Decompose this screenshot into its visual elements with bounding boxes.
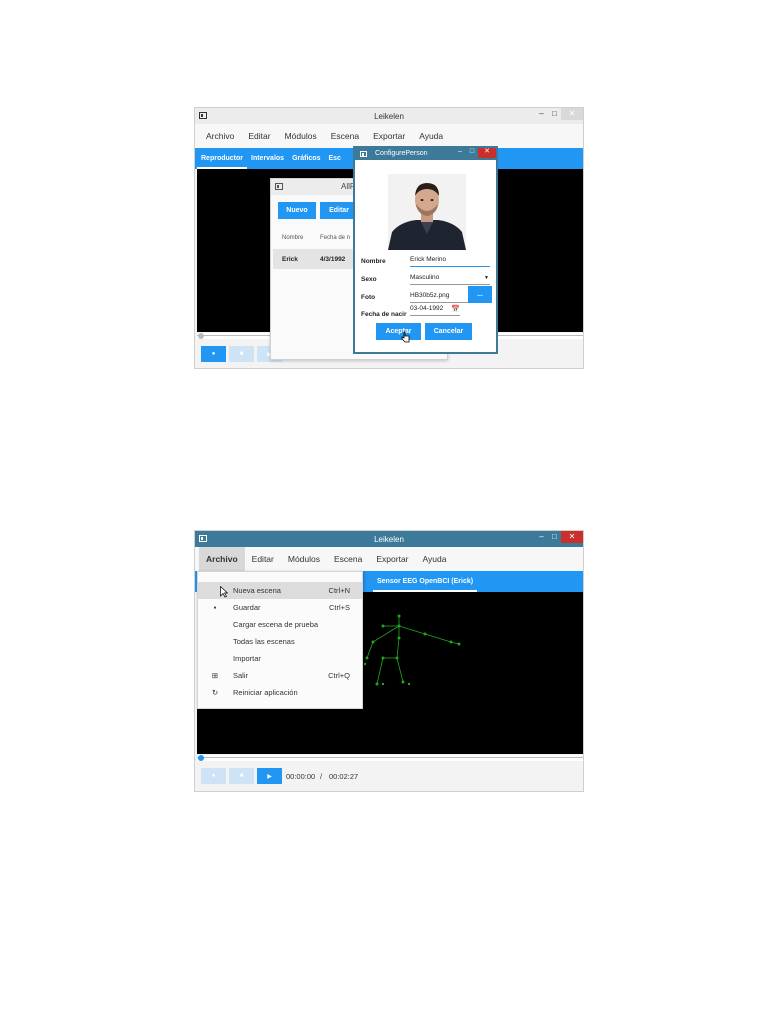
menu-modulos[interactable]: Módulos — [278, 124, 324, 148]
menu-item-label: Reiniciar aplicación — [233, 688, 298, 697]
menu-escena[interactable]: Escena — [324, 124, 366, 148]
column-header-birthdate[interactable]: Fecha de n — [320, 235, 350, 241]
refresh-icon: ↻ — [211, 688, 219, 697]
window-title: Leikelen — [374, 111, 404, 121]
sex-select[interactable]: Masculino ▼ — [410, 274, 490, 285]
minimize-icon[interactable]: – — [535, 531, 548, 543]
accept-button[interactable]: Aceptar — [376, 323, 421, 340]
calendar-icon[interactable]: 📅 — [451, 305, 460, 313]
menu-item-guardar[interactable]: ▪ Guardar Ctrl+S — [198, 599, 362, 616]
app-window-archivo-menu: Leikelen – □ ✕ Archivo Editar Módulos Es… — [194, 530, 584, 792]
menu-bar: Archivo Editar Módulos Escena Exportar A… — [195, 124, 583, 148]
app-icon — [199, 112, 207, 119]
browse-photo-button[interactable]: ... — [468, 286, 492, 303]
sex-select-value: Masculino — [410, 274, 440, 281]
time-current: 00:00:00 — [286, 772, 316, 781]
time-separator: / — [320, 772, 323, 781]
photo-label: Foto — [361, 294, 376, 301]
menu-escena[interactable]: Escena — [327, 547, 369, 571]
menu-item-importar[interactable]: Importar — [198, 650, 362, 667]
menu-item-shortcut: Ctrl+S — [328, 603, 350, 612]
close-icon[interactable]: ✕ — [561, 108, 583, 120]
seek-knob[interactable] — [198, 333, 204, 339]
tab-reproductor[interactable]: Reproductor — [197, 148, 247, 169]
play-button[interactable]: ▶ — [257, 768, 282, 784]
record-button[interactable]: ● — [201, 346, 226, 362]
player-controls: ● ■ ▶ 00:00:00 / 00:02:27 — [197, 764, 583, 788]
save-icon: ▪ — [213, 603, 217, 612]
menu-archivo[interactable]: Archivo — [199, 124, 241, 148]
maximize-icon[interactable]: □ — [466, 148, 478, 158]
cancel-button[interactable]: Cancelar — [425, 323, 472, 340]
app-icon — [199, 535, 207, 542]
menu-item-shortcut: Ctrl+Q — [328, 671, 350, 680]
menu-exportar[interactable]: Exportar — [369, 547, 415, 571]
app-window-configure-person: Leikelen – □ ✕ Archivo Editar Módulos Es… — [194, 107, 584, 369]
menu-ayuda[interactable]: Ayuda — [416, 547, 454, 571]
dialog-app-icon — [275, 183, 283, 190]
new-person-button[interactable]: Nuevo — [278, 202, 316, 219]
menu-item-label: Nueva escena — [233, 586, 281, 595]
menu-archivo[interactable]: Archivo — [199, 547, 245, 571]
tab-sensor-eeg[interactable]: Sensor EEG OpenBCI (Erick) — [373, 571, 478, 592]
dialog-app-icon — [360, 151, 367, 157]
menu-item-shortcut: Ctrl+N — [328, 586, 350, 595]
menu-modulos[interactable]: Módulos — [281, 547, 327, 571]
configure-person-title: ConfigurePerson — [375, 150, 428, 157]
time-total: 00:02:27 — [329, 772, 359, 781]
menu-item-label: Todas las escenas — [233, 637, 295, 646]
close-icon[interactable]: ✕ — [478, 148, 496, 158]
tab-graficos[interactable]: Gráficos — [288, 148, 324, 169]
exit-icon: ⊞ — [211, 671, 219, 680]
menu-item-reiniciar[interactable]: ↻ Reiniciar aplicación — [198, 684, 362, 701]
menu-item-label: Cargar escena de prueba — [233, 620, 319, 629]
seek-bar[interactable] — [197, 755, 583, 761]
menu-editar[interactable]: Editar — [245, 547, 281, 571]
window-title: Leikelen — [374, 534, 404, 544]
menu-ayuda[interactable]: Ayuda — [412, 124, 450, 148]
menu-item-salir[interactable]: ⊞ Salir Ctrl+Q — [198, 667, 362, 684]
chevron-down-icon: ▼ — [484, 275, 489, 281]
cell-name: Erick — [282, 256, 298, 263]
seek-knob[interactable] — [198, 755, 204, 761]
photo-field[interactable]: HB30b5z.png — [410, 292, 468, 303]
close-icon[interactable]: ✕ — [561, 531, 583, 543]
archivo-menu-dropdown: Nueva escena Ctrl+N ▪ Guardar Ctrl+S Car… — [197, 571, 363, 709]
sex-label: Sexo — [361, 276, 377, 283]
maximize-icon[interactable]: □ — [548, 108, 561, 120]
record-button[interactable]: ● — [201, 768, 226, 784]
title-bar: Leikelen – □ ✕ — [195, 531, 583, 547]
stop-button[interactable]: ■ — [229, 768, 254, 784]
tab-intervalos[interactable]: Intervalos — [247, 148, 288, 169]
menu-item-label: Importar — [233, 654, 261, 663]
configure-person-dialog: ConfigurePerson – □ ✕ Nombre Erick Merin… — [353, 146, 498, 354]
column-header-name[interactable]: Nombre — [282, 235, 303, 241]
minimize-icon[interactable]: – — [535, 108, 548, 120]
arrow-cursor-icon — [220, 586, 228, 598]
menu-item-label: Guardar — [233, 603, 261, 612]
menu-bar: Archivo Editar Módulos Escena Exportar A… — [195, 547, 583, 571]
minimize-icon[interactable]: – — [454, 148, 466, 158]
configure-person-title-bar: ConfigurePerson – □ ✕ — [355, 148, 496, 160]
menu-exportar[interactable]: Exportar — [366, 124, 412, 148]
menu-item-label: Salir — [233, 671, 249, 680]
person-photo — [388, 174, 466, 250]
menu-item-todas-escenas[interactable]: Todas las escenas — [198, 633, 362, 650]
birthdate-label: Fecha de nacir — [361, 311, 407, 318]
hand-cursor-icon — [401, 331, 410, 343]
name-field[interactable]: Erick Merino — [410, 256, 490, 267]
cell-birthdate: 4/3/1992 — [320, 256, 346, 263]
tab-escena[interactable]: Esc — [324, 148, 344, 169]
name-label: Nombre — [361, 258, 386, 265]
maximize-icon[interactable]: □ — [548, 531, 561, 543]
stop-button[interactable]: ■ — [229, 346, 254, 362]
title-bar: Leikelen – □ ✕ — [195, 108, 583, 124]
menu-item-cargar-escena[interactable]: Cargar escena de prueba — [198, 616, 362, 633]
menu-editar[interactable]: Editar — [241, 124, 277, 148]
